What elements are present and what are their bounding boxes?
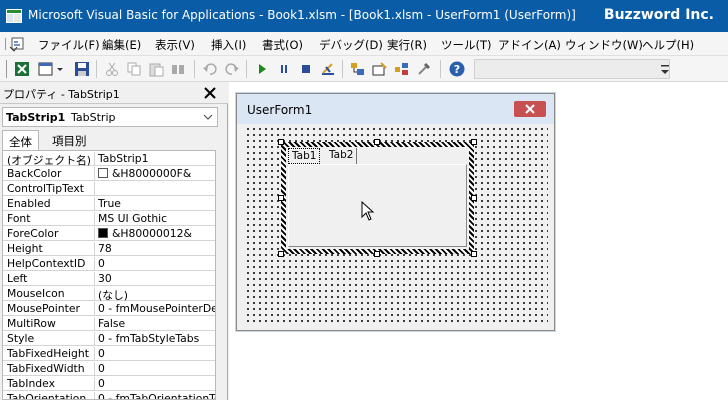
- brand-label: Buzzword Inc.: [603, 7, 714, 23]
- title-bar: Microsoft Visual Basic for Applications …: [0, 0, 728, 32]
- resize-handle[interactable]: [374, 139, 380, 145]
- design-mode-icon[interactable]: [320, 61, 336, 77]
- insert-userform-icon[interactable]: [38, 61, 54, 77]
- color-swatch: [98, 228, 108, 238]
- resize-handle[interactable]: [471, 195, 477, 201]
- close-icon[interactable]: [200, 83, 220, 103]
- color-swatch: [98, 168, 108, 178]
- property-grid: (オブジェクト名) TabStrip1 BackColor &H8000000F& …: [2, 150, 216, 400]
- menu-edit[interactable]: 編集(E): [102, 37, 141, 53]
- paste-icon[interactable]: [148, 61, 164, 77]
- menu-addins[interactable]: アドイン(A): [498, 37, 561, 53]
- project-explorer-icon[interactable]: [350, 61, 366, 77]
- copy-icon[interactable]: [126, 61, 142, 77]
- resize-handle[interactable]: [278, 139, 284, 145]
- save-icon[interactable]: [74, 61, 90, 77]
- property-row[interactable]: MousePointer 0 - fmMousePointerDef: [3, 301, 215, 316]
- property-row[interactable]: ForeColor &H80000012&: [3, 226, 215, 241]
- property-row[interactable]: Height 78: [3, 241, 215, 256]
- menu-window[interactable]: ウィンドウ(W): [565, 37, 643, 53]
- mouse-pointer-icon: [361, 201, 375, 221]
- property-row[interactable]: Enabled True: [3, 196, 215, 211]
- menu-format[interactable]: 書式(O): [262, 37, 303, 53]
- window-title: Microsoft Visual Basic for Applications …: [28, 8, 576, 22]
- tabstrip-tab-1[interactable]: Tab1: [288, 148, 321, 164]
- tabstrip-tab-2[interactable]: Tab2: [326, 148, 358, 164]
- redo-icon[interactable]: [224, 61, 240, 77]
- property-row[interactable]: ControlTipText: [3, 181, 215, 196]
- position-field: [474, 59, 670, 79]
- userform-title-bar: UserForm1: [237, 94, 554, 124]
- resize-handle[interactable]: [374, 251, 380, 257]
- excel-icon[interactable]: [14, 61, 30, 77]
- chevron-down-icon[interactable]: [202, 111, 214, 123]
- vba-app-icon: [6, 9, 22, 23]
- tabstrip-control[interactable]: Tab1 Tab2: [278, 139, 477, 257]
- toolbar-grip[interactable]: [6, 60, 7, 78]
- object-name: TabStrip1: [6, 111, 66, 124]
- standard-toolbar: ?: [0, 56, 728, 82]
- menu-file[interactable]: ファイル(F): [38, 37, 100, 53]
- object-selector[interactable]: TabStrip1 TabStrip: [2, 107, 218, 127]
- menu-view[interactable]: 表示(V): [155, 37, 195, 53]
- cut-icon[interactable]: [104, 61, 120, 77]
- property-row[interactable]: (オブジェクト名) TabStrip1: [3, 151, 215, 167]
- properties-title-bar: プロパティ - TabStrip1: [0, 82, 228, 104]
- chevron-down-icon[interactable]: [55, 61, 65, 77]
- menu-help[interactable]: ヘルプ(H): [642, 37, 694, 53]
- tabstrip-body: [288, 164, 467, 247]
- toolbar-options-icon[interactable]: [660, 64, 670, 78]
- close-icon[interactable]: [514, 101, 546, 117]
- property-row[interactable]: BackColor &H8000000F&: [3, 166, 215, 181]
- property-row[interactable]: TabOrientation 0 - fmTabOrientationTo: [3, 391, 215, 399]
- reset-icon[interactable]: [298, 61, 314, 77]
- resize-handle[interactable]: [278, 195, 284, 201]
- property-row[interactable]: MouseIcon (なし): [3, 286, 215, 301]
- property-row[interactable]: Left 30: [3, 271, 215, 286]
- object-type: TabStrip: [71, 111, 116, 124]
- tab-categorized[interactable]: 項目別: [46, 130, 93, 150]
- object-browser-icon[interactable]: [394, 61, 410, 77]
- property-row[interactable]: Style 0 - fmTabStyleTabs: [3, 331, 215, 346]
- toolbox-icon[interactable]: [416, 61, 432, 77]
- help-icon[interactable]: ?: [449, 61, 465, 77]
- properties-icon[interactable]: [372, 61, 388, 77]
- property-row[interactable]: TabFixedWidth 0: [3, 361, 215, 376]
- resize-handle[interactable]: [471, 251, 477, 257]
- property-row[interactable]: TabIndex 0: [3, 376, 215, 391]
- resize-handle[interactable]: [278, 251, 284, 257]
- tabstrip-inner: Tab1 Tab2: [286, 147, 469, 249]
- tab-alphabetic[interactable]: 全体: [2, 130, 39, 150]
- resize-handle[interactable]: [471, 139, 477, 145]
- property-row[interactable]: Font MS UI Gothic: [3, 211, 215, 226]
- module-menu-icon[interactable]: [4, 35, 26, 53]
- menu-bar: ファイル(F) 編集(E) 表示(V) 挿入(I) 書式(O) デバッグ(D) …: [0, 32, 728, 56]
- property-row[interactable]: TabFixedHeight 0: [3, 346, 215, 361]
- property-row[interactable]: HelpContextID 0: [3, 256, 215, 271]
- find-icon[interactable]: [170, 61, 186, 77]
- undo-icon[interactable]: [202, 61, 218, 77]
- menu-debug[interactable]: デバッグ(D): [319, 37, 383, 53]
- run-icon[interactable]: [254, 61, 270, 77]
- menu-insert[interactable]: 挿入(I): [211, 37, 246, 53]
- properties-window: プロパティ - TabStrip1 TabStrip1 TabStrip 全体 …: [0, 82, 228, 400]
- menu-tools[interactable]: ツール(T): [441, 37, 492, 53]
- properties-tabs: 全体 項目別: [2, 130, 218, 150]
- break-icon[interactable]: [276, 61, 292, 77]
- svg-text:?: ?: [454, 63, 460, 76]
- properties-title: プロパティ - TabStrip1: [3, 88, 120, 101]
- property-row[interactable]: MultiRow False: [3, 316, 215, 331]
- menu-run[interactable]: 実行(R): [387, 37, 427, 53]
- userform-title: UserForm1: [247, 103, 313, 117]
